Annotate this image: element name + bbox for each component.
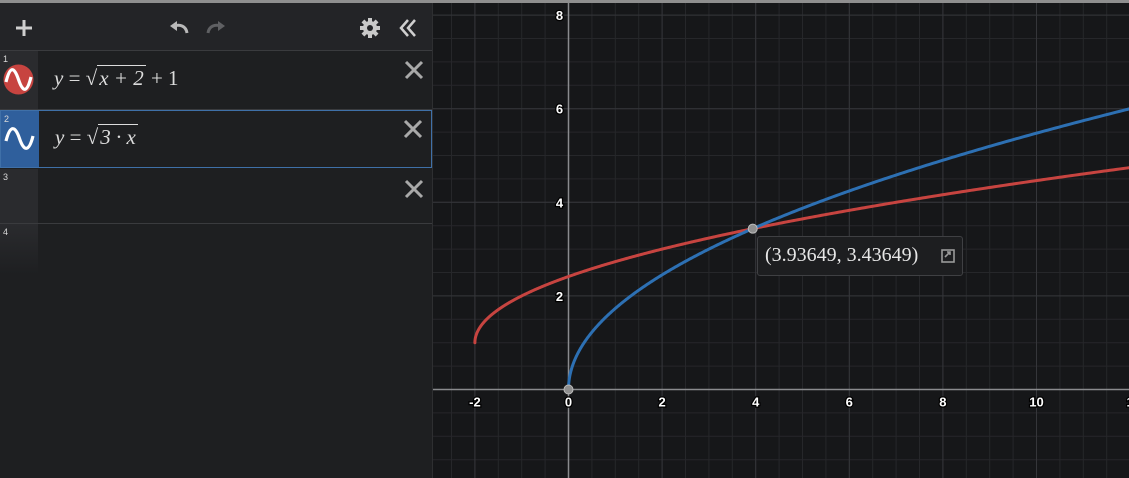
expression-math[interactable]: y = √3 · x [55,124,138,150]
x-tick-label: 0 [565,395,572,410]
x-tick-label: -2 [469,395,481,410]
close-icon[interactable] [403,59,425,81]
expression-gutter: 2 [1,111,39,167]
y-tick-label: 8 [556,8,563,23]
y-tick-label: 2 [556,289,563,304]
undo-button[interactable] [166,15,192,41]
y-tick-label: 4 [556,195,564,210]
sqrt-symbol: √ [85,66,98,90]
x-tick-label: 8 [939,395,946,410]
add-item-button[interactable] [11,15,37,41]
expression-operator: = [69,125,82,149]
intersection-tooltip[interactable]: (3.93649, 3.43649) [757,236,963,276]
collapse-panel-button[interactable] [395,15,421,41]
expression-row-3[interactable]: 3 [0,169,432,224]
point-marker [747,223,758,234]
expression-operator: = [68,66,81,90]
expression-row-1[interactable]: 1 y = √x + 2 + 1 [0,51,432,110]
close-icon[interactable] [402,118,424,140]
plus-icon [16,20,32,36]
expression-tail: + 1 [150,66,179,90]
expression-panel: 1 y = √x + 2 + 1 2 y = √3 · x 3 4 [0,3,432,478]
undo-icon [170,21,189,34]
x-tick-label: 2 [658,395,665,410]
expression-gutter: 4 [0,224,38,274]
expression-math[interactable]: y = √x + 2 + 1 [54,65,179,91]
expression-number: 4 [3,227,9,237]
settings-button[interactable] [357,15,383,41]
collapse-icon [399,19,416,37]
expression-radicand: 3 · x [98,124,138,149]
expression-lhs: y [55,125,65,149]
x-tick-label: 6 [846,395,853,410]
expression-row-2[interactable]: 2 y = √3 · x [0,110,432,168]
expression-radicand: x + 2 [97,65,146,90]
expression-number: 1 [3,54,9,64]
sine-wave-icon[interactable] [4,123,35,154]
expression-gutter: 1 [0,51,38,109]
redo-button[interactable] [203,15,229,41]
close-icon[interactable] [403,178,425,200]
x-tick-label: 10 [1029,395,1043,410]
intersection-coordinates: (3.93649, 3.43649) [765,244,919,266]
expression-number: 3 [3,172,9,182]
copy-icon[interactable] [941,249,955,263]
point-marker [563,384,574,395]
expression-toolbar [0,3,432,51]
x-tick-label: 4 [752,395,760,410]
gear-icon [360,18,380,38]
expression-gutter: 3 [0,169,38,223]
y-tick-label: 6 [556,102,563,117]
expression-lhs: y [54,66,64,90]
sine-wave-icon[interactable] [3,64,34,95]
redo-icon [206,21,225,34]
sqrt-symbol: √ [86,125,99,149]
expression-row-4[interactable]: 4 [0,224,432,274]
